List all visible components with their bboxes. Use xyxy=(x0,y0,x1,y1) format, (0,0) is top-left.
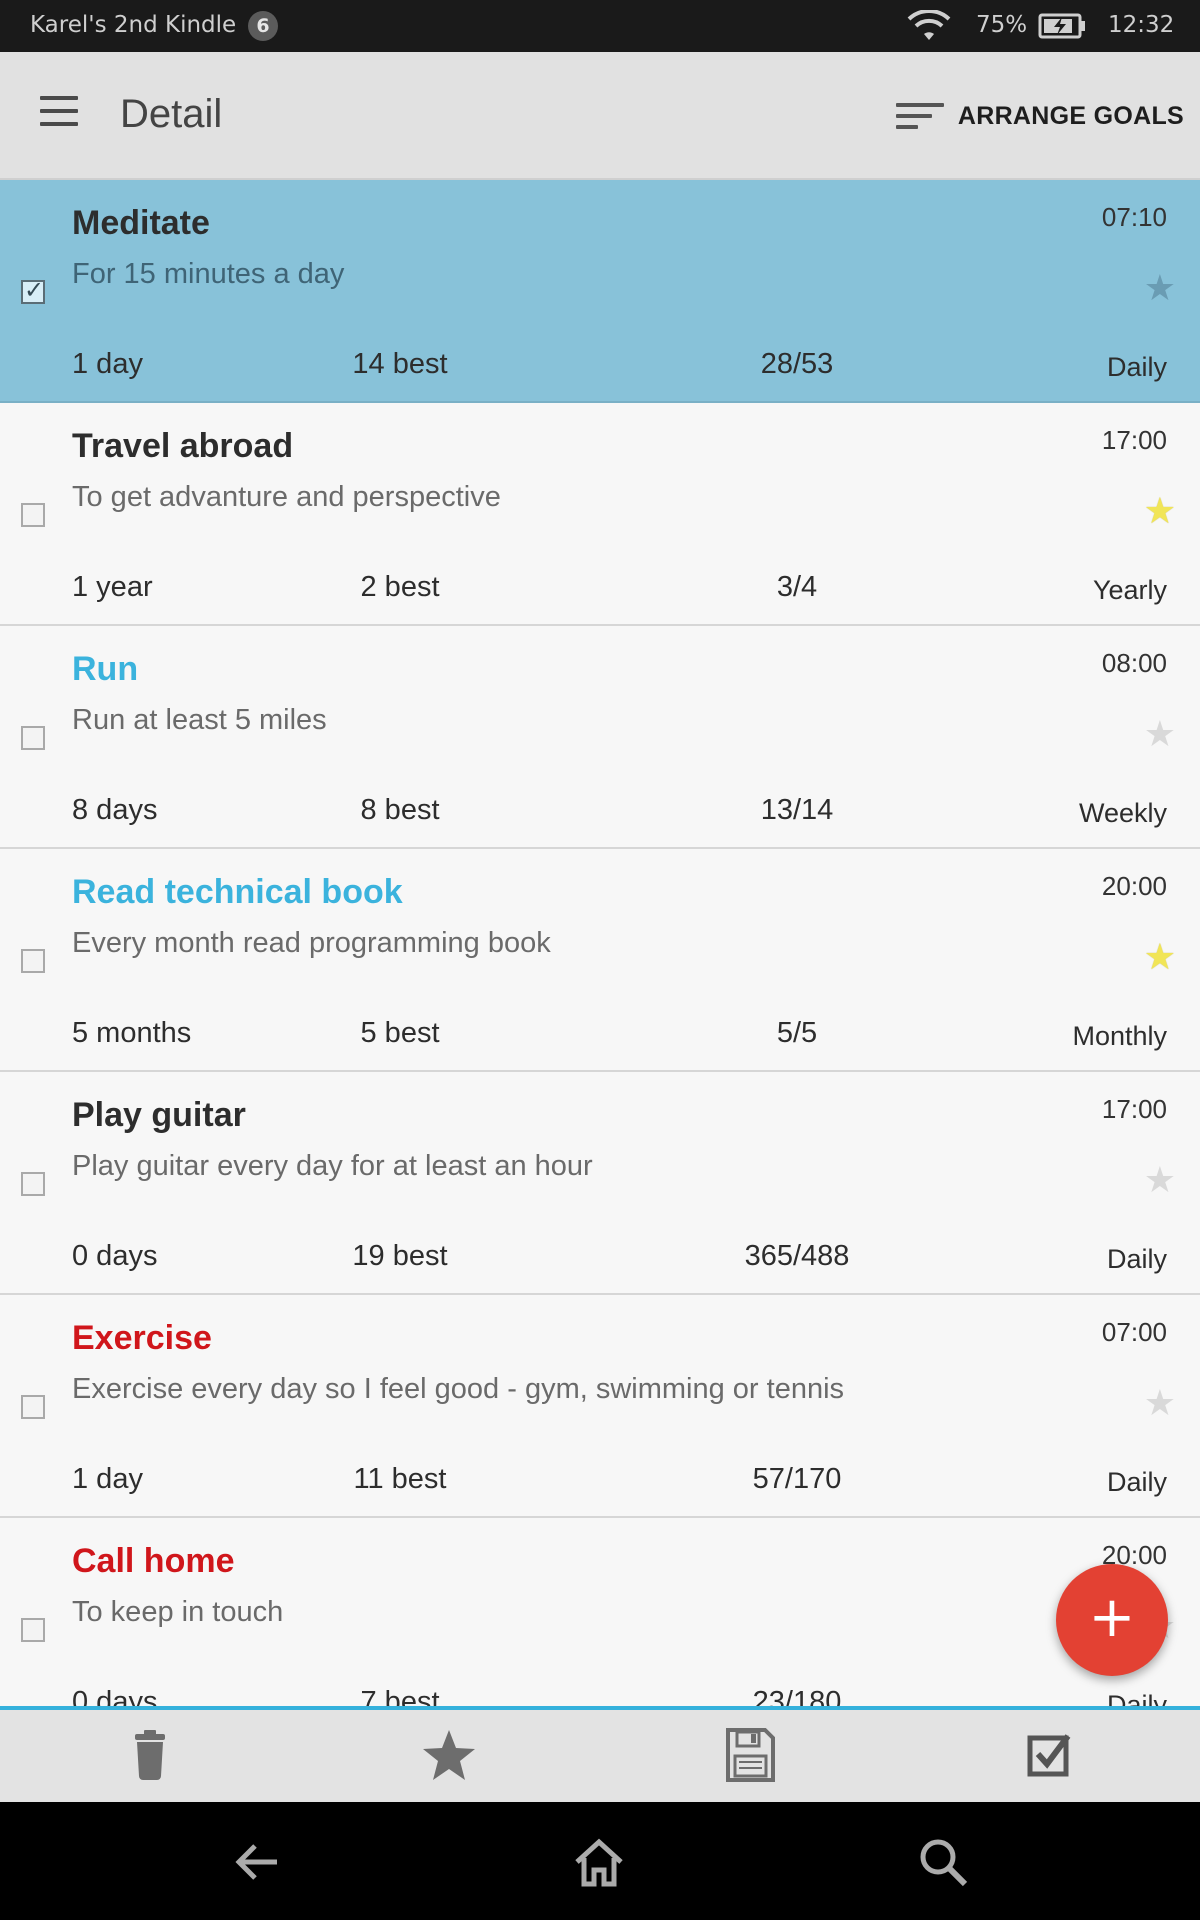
notification-count-badge[interactable]: 6 xyxy=(248,11,278,41)
goal-ratio-value: 57/170 xyxy=(752,1463,842,1495)
goal-best-value: 5 best xyxy=(360,1017,440,1049)
goal-streak: 1 year xyxy=(72,571,153,603)
goal-title: Play guitar xyxy=(72,1096,246,1134)
goal-checkbox[interactable]: ✓ xyxy=(21,1172,45,1196)
goal-title: Read technical book xyxy=(72,873,403,911)
goal-frequency: Daily xyxy=(1106,352,1167,382)
goal-time: 17:00 xyxy=(1101,425,1167,455)
goal-list-item[interactable]: ✓ Exercise Exercise every day so I feel … xyxy=(0,1295,1200,1518)
goal-frequency: Daily xyxy=(1106,1244,1167,1274)
goal-ratio-value: 28/53 xyxy=(760,348,834,380)
battery-charging-icon xyxy=(1038,12,1088,46)
status-time: 12:32 xyxy=(1108,12,1175,38)
search-icon[interactable] xyxy=(913,1832,973,1892)
goal-time: 08:00 xyxy=(1101,648,1167,678)
goal-checkbox[interactable]: ✓ xyxy=(21,1618,45,1642)
goal-time: 20:00 xyxy=(1101,871,1167,901)
back-icon[interactable] xyxy=(229,1832,289,1892)
trash-icon[interactable] xyxy=(115,1724,185,1788)
goal-title: Call home xyxy=(72,1542,235,1580)
battery-percent: 75% xyxy=(976,12,1028,38)
goal-description: To get advanture and perspective xyxy=(72,481,501,513)
system-nav-bar xyxy=(0,1802,1200,1920)
page-title: Detail xyxy=(120,92,223,136)
goal-frequency: Daily xyxy=(1106,1467,1167,1497)
star-icon[interactable]: ★ xyxy=(1144,937,1176,978)
goal-list-item[interactable]: ✓ Read technical book Every month read p… xyxy=(0,849,1200,1072)
goal-description: Play guitar every day for at least an ho… xyxy=(72,1150,593,1182)
goal-streak: 8 days xyxy=(72,794,158,826)
goal-best-value: 2 best xyxy=(360,571,440,603)
goal-ratio-value: 5/5 xyxy=(776,1017,818,1049)
device-name: Karel's 2nd Kindle xyxy=(30,12,237,38)
star-icon[interactable]: ★ xyxy=(1144,1383,1176,1424)
goal-title: Exercise xyxy=(72,1319,212,1357)
star-icon[interactable]: ★ xyxy=(1144,491,1176,532)
goal-checkbox[interactable]: ✓ xyxy=(21,503,45,527)
check-icon: ✓ xyxy=(24,276,45,304)
goal-description: Every month read programming book xyxy=(72,927,551,959)
hamburger-menu-icon[interactable] xyxy=(40,96,90,136)
goal-title: Meditate xyxy=(72,204,210,242)
goal-list-item[interactable]: ✓ Meditate For 15 minutes a day 07:10 ★ … xyxy=(0,180,1200,403)
goal-list[interactable]: ✓ Meditate For 15 minutes a day 07:10 ★ … xyxy=(0,180,1200,1709)
goal-streak: 0 days xyxy=(72,1240,158,1272)
goal-checkbox[interactable]: ✓ xyxy=(21,276,45,304)
star-icon[interactable] xyxy=(414,1724,484,1788)
goal-ratio-value: 365/488 xyxy=(744,1240,850,1272)
goal-description: To keep in touch xyxy=(72,1596,284,1628)
goal-time: 07:00 xyxy=(1101,1317,1167,1347)
goal-list-item[interactable]: ✓ Play guitar Play guitar every day for … xyxy=(0,1072,1200,1295)
goal-time: 17:00 xyxy=(1101,1094,1167,1124)
arrange-goals-label: ARRANGE GOALS xyxy=(957,101,1184,130)
arrange-goals-button[interactable]: ARRANGE GOALS xyxy=(895,94,1184,138)
goal-checkbox[interactable]: ✓ xyxy=(21,949,45,973)
goal-checkbox[interactable]: ✓ xyxy=(21,726,45,750)
goal-title: Travel abroad xyxy=(72,427,294,465)
add-goal-button[interactable]: + xyxy=(1056,1564,1168,1676)
goal-best-value: 14 best xyxy=(352,348,448,380)
checkbox-icon[interactable] xyxy=(1014,1724,1084,1788)
goal-frequency: Monthly xyxy=(1072,1021,1167,1051)
star-icon[interactable]: ★ xyxy=(1144,268,1176,309)
goal-list-item[interactable]: ✓ Travel abroad To get advanture and per… xyxy=(0,403,1200,626)
goal-time: 07:10 xyxy=(1101,202,1167,232)
goal-streak: 5 months xyxy=(72,1017,192,1049)
goal-description: For 15 minutes a day xyxy=(72,258,345,290)
app-bar: Detail ARRANGE GOALS xyxy=(0,52,1200,180)
goal-list-item[interactable]: ✓ Run Run at least 5 miles 08:00 ★ 8 day… xyxy=(0,626,1200,849)
goal-list-item[interactable]: ✓ Call home To keep in touch 20:00 ★ 0 d… xyxy=(0,1518,1200,1709)
goal-best-value: 8 best xyxy=(360,794,440,826)
goal-ratio-value: 13/14 xyxy=(760,794,834,826)
wifi-icon xyxy=(904,9,954,48)
save-icon[interactable] xyxy=(715,1724,785,1788)
sort-icon xyxy=(895,99,944,133)
bottom-toolbar xyxy=(0,1706,1200,1802)
goal-best-value: 19 best xyxy=(352,1240,448,1272)
goal-streak: 1 day xyxy=(72,348,143,380)
goal-streak: 1 day xyxy=(72,1463,143,1495)
goal-description: Run at least 5 miles xyxy=(72,704,327,736)
star-icon[interactable]: ★ xyxy=(1144,1160,1176,1201)
goal-title: Run xyxy=(72,650,139,688)
goal-best-value: 11 best xyxy=(353,1463,447,1495)
goal-frequency: Weekly xyxy=(1078,798,1167,828)
goal-checkbox[interactable]: ✓ xyxy=(21,1395,45,1419)
status-bar: Karel's 2nd Kindle 6 75% 12:32 xyxy=(0,0,1200,52)
star-icon[interactable]: ★ xyxy=(1144,714,1176,755)
home-icon[interactable] xyxy=(569,1832,629,1892)
goal-frequency: Yearly xyxy=(1092,575,1167,605)
goal-description: Exercise every day so I feel good - gym,… xyxy=(72,1373,845,1405)
goal-ratio-value: 3/4 xyxy=(776,571,818,603)
